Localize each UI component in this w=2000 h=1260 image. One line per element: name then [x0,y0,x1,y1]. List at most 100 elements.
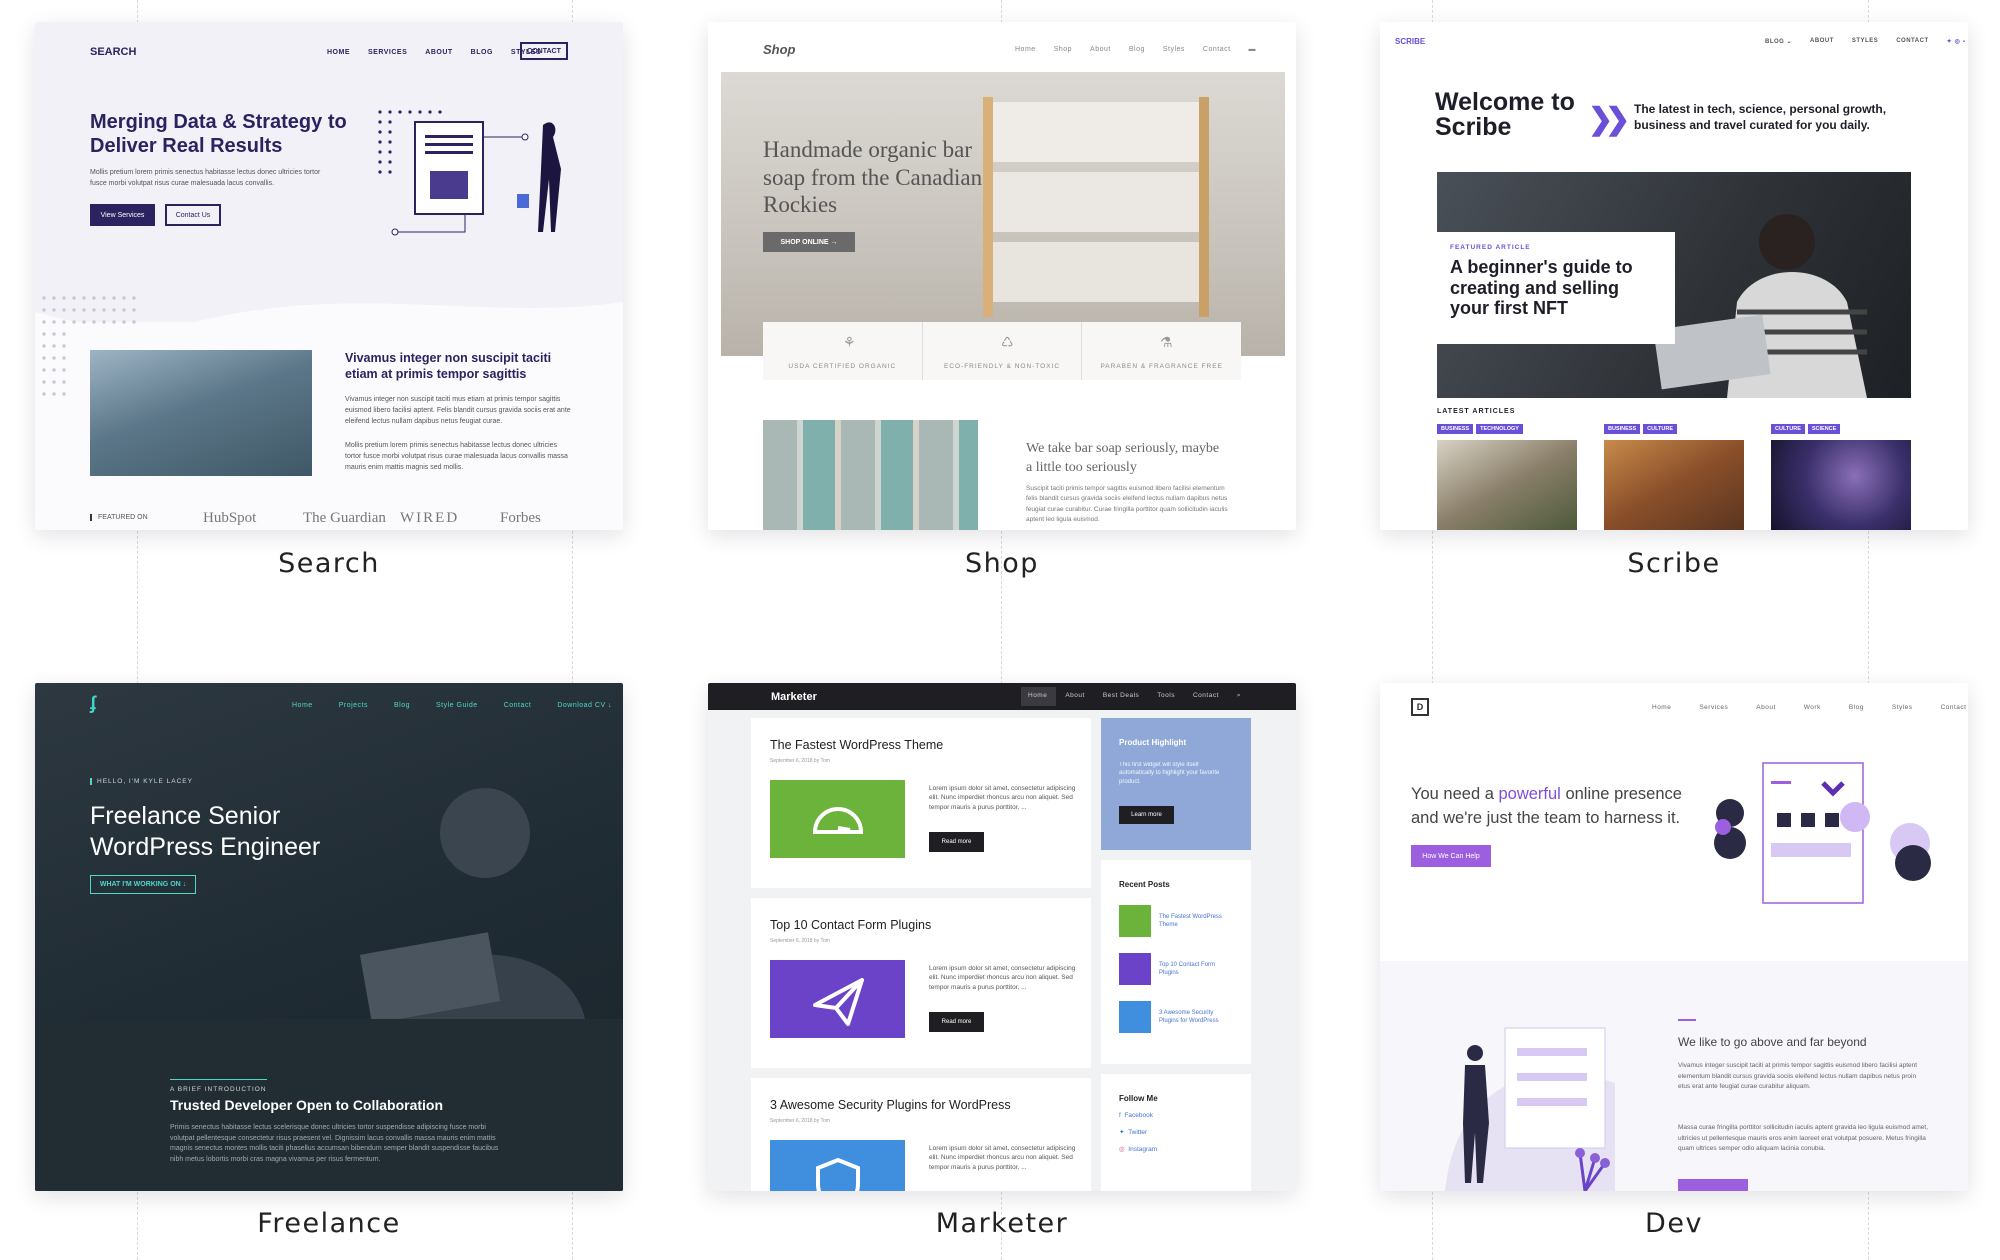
post-title[interactable]: Top 10 Contact Form Plugins [770,918,1072,932]
facebook-link[interactable]: f Facebook [1119,1112,1233,1119]
hero-tagline: The latest in tech, science, personal gr… [1634,102,1887,132]
office-photo [90,350,312,476]
nav-item-styles[interactable]: Styles [1892,704,1913,711]
recent-post-link[interactable]: Top 10 Contact Form Plugins [1159,961,1233,978]
template-card-scribe[interactable]: SCRIBE BLOG ⌄ ABOUT STYLES CONTACT ✦◎▪ W… [1380,22,1968,530]
featured-article-card[interactable]: FEATURED ARTICLE A beginner's guide to c… [1437,232,1675,344]
template-label-marketer[interactable]: Marketer [708,1208,1296,1239]
nav-item-about[interactable]: About [1065,692,1085,700]
nav-item-download-cv[interactable]: Download CV ↓ [557,702,612,709]
recent-post-item[interactable]: Top 10 Contact Form Plugins [1119,953,1233,985]
featured-article-title[interactable]: A beginner's guide to creating and selli… [1450,257,1662,319]
read-more-button[interactable]: Read more [929,1012,984,1032]
product-highlight-widget: Product Highlight This first widget will… [1101,718,1251,850]
nav-item-styles[interactable]: STYLES [1852,38,1878,45]
nav-item-home[interactable]: Home [1652,704,1671,711]
template-card-shop[interactable]: Shop Home Shop About Blog Styles Contact… [708,22,1296,530]
paper-plane-icon[interactable] [770,960,905,1038]
instagram-link[interactable]: ◎ Instagram [1119,1145,1233,1153]
nav-item-home[interactable]: Home [1028,692,1047,700]
hero-title: Merging Data & Strategy to Deliver Real … [90,111,347,158]
post-date: September 6, 2018 by Tom [770,938,830,944]
nav-item-projects[interactable]: Projects [339,702,368,709]
twitter-label: Twitter [1128,1129,1148,1136]
nav-item-contact[interactable]: Contact [1203,46,1231,53]
nav-item-style-guide[interactable]: Style Guide [436,702,478,709]
post-excerpt: Lorem ipsum dolor sit amet, consectetur … [929,785,1076,811]
site-logo: SEARCH [90,46,137,58]
blog-post[interactable]: Top 10 Contact Form Plugins September 6,… [751,898,1091,1068]
nav-item-blog[interactable]: Blog [1129,46,1145,53]
blog-post[interactable]: 3 Awesome Security Plugins for WordPress… [751,1078,1091,1191]
nav-item-services[interactable]: Services [1699,704,1728,711]
article-thumbnail[interactable] [1771,440,1911,530]
template-card-marketer[interactable]: Marketer Home About Best Deals Tools Con… [708,683,1296,1191]
twitter-link[interactable]: ✦ Twitter [1119,1128,1233,1136]
nav-item-contact[interactable]: CONTACT [1896,38,1928,45]
nav-item-shop[interactable]: Shop [1054,46,1072,53]
template-label-freelance[interactable]: Freelance [35,1208,623,1239]
nav-item-home[interactable]: Home [292,702,313,709]
nav-item-tools[interactable]: Tools [1157,692,1175,700]
nav-item-about[interactable]: About [1090,46,1111,53]
nav-item-work[interactable]: Work [1804,704,1821,711]
nav-item-home[interactable]: Home [1015,46,1036,53]
nav-item-contact[interactable]: Contact [504,702,532,709]
learn-more-button[interactable]: Learn more [1119,806,1174,824]
contact-button[interactable]: CONTACT [520,42,568,60]
tag-badge[interactable]: SCIENCE [1807,424,1841,434]
blog-post[interactable]: The Fastest WordPress Theme September 6,… [751,718,1091,888]
recent-post-item[interactable]: The Fastest WordPress Theme [1119,905,1233,937]
nav-item-styles[interactable]: Styles [1163,46,1185,53]
template-card-freelance[interactable]: ʄ Home Projects Blog Style Guide Contact… [35,683,623,1191]
tag-badge[interactable]: CULTURE [1771,424,1805,434]
nav-item-blog[interactable]: Blog [1849,704,1864,711]
social-icons[interactable]: ✦◎▪ [1947,38,1968,45]
working-on-button[interactable]: WHAT I'M WORKING ON ↓ [90,875,196,894]
hero-title: Handmade organic bar soap from the Canad… [763,137,983,218]
template-label-dev[interactable]: Dev [1380,1208,1968,1239]
nav-item-contact[interactable]: Contact [1193,692,1219,700]
nav-item-contact[interactable]: Contact [1941,704,1967,711]
section-paragraph: Mollis pretium lorem primis senectus hab… [345,442,568,472]
template-card-search[interactable]: SEARCH HOME SERVICES ABOUT BLOG STYLES C… [35,22,623,530]
speedometer-icon [1119,905,1151,937]
section-button-partial[interactable] [1678,1179,1748,1191]
how-we-can-help-button[interactable]: How We Can Help [1411,845,1491,867]
nav-item-about[interactable]: ABOUT [425,49,452,56]
nav-item-services[interactable]: SERVICES [368,49,407,56]
recent-post-item[interactable]: 3 Awesome Security Plugins for WordPress [1119,1001,1233,1033]
template-label-shop[interactable]: Shop [708,548,1296,579]
nav-item-about[interactable]: About [1756,704,1776,711]
view-services-button[interactable]: View Services [90,204,155,226]
recent-post-link[interactable]: The Fastest WordPress Theme [1159,913,1233,930]
post-title[interactable]: The Fastest WordPress Theme [770,738,1072,752]
post-title[interactable]: 3 Awesome Security Plugins for WordPress [770,1098,1072,1112]
tag-badge[interactable]: BUSINESS [1437,424,1474,434]
nav-item-about[interactable]: ABOUT [1810,38,1834,45]
template-label-search[interactable]: Search [35,548,623,579]
site-logo: Shop [763,42,796,57]
main-nav: BLOG ⌄ ABOUT STYLES CONTACT ✦◎▪ [1765,38,1968,45]
read-more-button[interactable]: Read more [929,832,984,852]
cart-icon[interactable]: ▬ [1249,46,1257,53]
article-thumbnail[interactable] [1604,440,1744,530]
nav-item-blog[interactable]: Blog [394,702,410,709]
tag-badge[interactable]: TECHNOLOGY [1476,424,1523,434]
nav-item-blog[interactable]: BLOG ⌄ [1765,38,1792,45]
search-icon[interactable]: ⌕ [1237,692,1241,700]
nav-item-blog[interactable]: BLOG [471,49,493,56]
shield-icon[interactable] [770,1140,905,1191]
nav-item-home[interactable]: HOME [327,49,350,56]
nav-item-best-deals[interactable]: Best Deals [1103,692,1139,700]
article-thumbnail[interactable] [1437,440,1577,530]
template-label-scribe[interactable]: Scribe [1380,548,1968,579]
hero-title: Welcome to Scribe [1435,88,1575,141]
contact-us-button[interactable]: Contact Us [165,204,221,226]
template-card-dev[interactable]: D Home Services About Work Blog Styles C… [1380,683,1968,1191]
tag-badge[interactable]: BUSINESS [1604,424,1641,434]
recent-post-link[interactable]: 3 Awesome Security Plugins for WordPress [1159,1009,1233,1026]
tag-badge[interactable]: CULTURE [1643,424,1677,434]
speedometer-icon[interactable] [770,780,905,858]
shop-online-button[interactable]: SHOP ONLINE → [763,232,855,252]
